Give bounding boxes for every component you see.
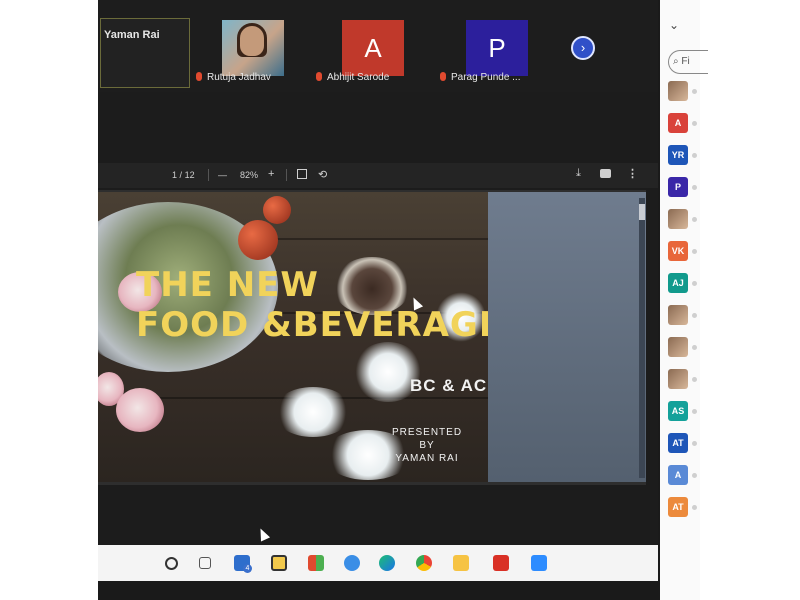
blossom-image — [273, 387, 353, 437]
mic-muted-icon — [196, 72, 202, 81]
participant-name-truncated — [692, 121, 697, 126]
edge-legacy-icon[interactable] — [344, 555, 360, 571]
meeting-window: Yaman Rai Rutuja Jadhav A Abhijit Sarode… — [98, 0, 658, 581]
mic-muted-icon — [316, 72, 322, 81]
slide-title-line-1: THE NEW — [136, 265, 319, 305]
participant-name-truncated — [692, 153, 697, 158]
store-icon[interactable] — [308, 555, 324, 571]
zoom-out-button[interactable]: — — [218, 170, 227, 180]
participant-name-truncated — [692, 473, 697, 478]
zoom-level[interactable]: 82% — [240, 170, 258, 180]
participant-avatar-tile[interactable]: A — [342, 20, 404, 76]
pdf-scrollbar[interactable] — [639, 198, 645, 478]
monitor-screen: Yaman Rai Rutuja Jadhav A Abhijit Sarode… — [98, 0, 700, 600]
participant-name-truncated — [692, 409, 697, 414]
participant-avatar[interactable]: P — [668, 177, 688, 197]
participant-avatar[interactable]: VK — [668, 241, 688, 261]
slide-presenter-block: PRESENTED BY YAMAN RAI — [386, 426, 468, 465]
presented-by-label: PRESENTED BY — [391, 427, 463, 451]
fit-page-icon[interactable] — [297, 169, 307, 179]
slide-side-panel — [488, 192, 646, 482]
chevron-down-icon[interactable]: ⌄ — [669, 18, 679, 32]
presenter-name: YAMAN RAI — [395, 453, 459, 464]
windows-taskbar: 4 — [98, 545, 658, 581]
sticky-notes-icon[interactable] — [271, 555, 287, 571]
task-view-icon[interactable] — [199, 557, 211, 569]
download-icon[interactable]: ⤓ — [576, 167, 581, 180]
participant-avatar[interactable] — [668, 209, 688, 229]
mail-badge: 4 — [243, 564, 252, 573]
page-number[interactable]: 1 / 12 — [172, 170, 195, 180]
slide-page: THE NEW FOOD &BEVERAGE BC & AC PRESENTED… — [98, 192, 488, 482]
file-explorer-icon[interactable] — [453, 555, 469, 571]
toolbar-divider — [208, 169, 209, 181]
participant-avatar[interactable]: A — [668, 113, 688, 133]
edge-icon[interactable] — [379, 555, 395, 571]
participant-avatar[interactable] — [668, 305, 688, 325]
participant-search-input[interactable]: ⌕ Fi — [668, 50, 708, 74]
participant-avatar[interactable]: AT — [668, 497, 688, 517]
participant-avatar[interactable]: A — [668, 465, 688, 485]
rotate-icon[interactable]: ⟲ — [318, 168, 327, 181]
mic-muted-icon — [440, 72, 446, 81]
participant-name-truncated — [692, 217, 697, 222]
participant-avatar[interactable]: YR — [668, 145, 688, 165]
print-icon[interactable] — [600, 169, 611, 178]
pdf-toolbar: 1 / 12 — 82% + ⟲ ⤓ ⋮ — [98, 163, 658, 188]
participant-avatar[interactable]: AT — [668, 433, 688, 453]
scrollbar-thumb[interactable] — [639, 204, 645, 220]
participant-name: Parag Punde ... — [440, 72, 521, 83]
participant-name-truncated — [692, 89, 697, 94]
participant-avatar[interactable] — [668, 337, 688, 357]
toolbar-divider — [286, 169, 287, 181]
participant-name-truncated — [692, 249, 697, 254]
chrome-icon[interactable] — [416, 555, 432, 571]
zoom-in-button[interactable]: + — [268, 168, 274, 180]
participant-name: Rutuja Jadhav — [196, 72, 271, 83]
chevron-right-circle-icon[interactable]: › — [571, 36, 595, 60]
mail-icon[interactable]: 4 — [234, 555, 252, 573]
participant-name-truncated — [692, 185, 697, 190]
participant-name-truncated — [692, 345, 697, 350]
active-speaker-name: Yaman Rai — [104, 29, 160, 41]
participant-avatar[interactable]: AJ — [668, 273, 688, 293]
participant-name-truncated — [692, 313, 697, 318]
participant-initial: A — [364, 33, 382, 63]
participant-name-truncated — [692, 505, 697, 510]
participant-name-truncated — [692, 377, 697, 382]
slide-title-line-2: FOOD &BEVERAGE — [136, 305, 488, 345]
radish-slice-image — [116, 388, 164, 432]
participant-name-truncated — [692, 441, 697, 446]
mouse-cursor — [255, 526, 271, 542]
participant-avatar[interactable] — [668, 369, 688, 389]
more-options-icon[interactable]: ⋮ — [627, 167, 638, 180]
participant-strip: Yaman Rai Rutuja Jadhav A Abhijit Sarode… — [98, 0, 658, 92]
search-icon[interactable] — [165, 557, 178, 570]
zoom-icon[interactable] — [531, 555, 547, 571]
pdf-page-area: THE NEW FOOD &BEVERAGE BC & AC PRESENTED… — [98, 190, 646, 485]
acrobat-icon[interactable] — [493, 555, 509, 571]
slide-subtitle: BC & AC — [410, 376, 488, 395]
participant-name-truncated — [692, 281, 697, 286]
participant-initial: P — [488, 33, 506, 63]
participant-avatar[interactable]: AS — [668, 401, 688, 421]
participants-sidebar: ⌄ ⌕ Fi A YR P VK AJ AS AT A AT — [660, 0, 708, 600]
participant-face — [240, 26, 264, 56]
participant-video-tile[interactable] — [222, 20, 284, 76]
participant-avatar[interactable] — [668, 81, 688, 101]
participant-avatar-tile[interactable]: P — [466, 20, 528, 76]
participant-name: Abhijit Sarode — [316, 72, 389, 83]
tomato-image — [238, 220, 278, 260]
tomato-image — [263, 196, 291, 224]
